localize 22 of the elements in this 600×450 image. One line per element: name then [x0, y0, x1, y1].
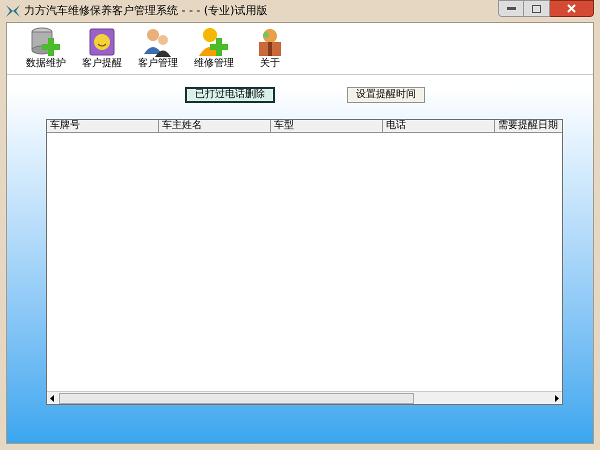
maximize-icon — [532, 4, 541, 12]
toolbar-button[interactable]: 客户提醒 — [77, 26, 127, 70]
close-button[interactable] — [550, 0, 594, 17]
close-icon — [567, 4, 576, 13]
app-logo-icon — [6, 5, 20, 17]
database-add-icon — [30, 26, 62, 58]
two-people-icon — [142, 26, 174, 58]
action-button[interactable]: 设置提醒时间 — [347, 87, 425, 103]
toolbar-button[interactable]: 关于 — [245, 26, 295, 70]
action-button[interactable]: 已打过电话删除 — [185, 87, 275, 103]
horizontal-scrollbar[interactable] — [47, 391, 562, 404]
scrollbar-thumb[interactable] — [59, 392, 414, 404]
toolbar-button[interactable]: 数据维护 — [21, 26, 71, 70]
minimize-icon — [506, 7, 516, 10]
toolbar-button[interactable]: 维修管理 — [189, 26, 239, 70]
column-header[interactable]: 需要提醒日期 — [495, 120, 562, 132]
minimize-button[interactable] — [498, 0, 524, 17]
column-header[interactable]: 电话 — [383, 120, 495, 132]
toolbar-button[interactable]: 客户管理 — [133, 26, 183, 70]
person-add-icon — [198, 26, 230, 58]
maximize-button[interactable] — [524, 0, 550, 17]
window-title: 力方汽车维修保养客户管理系统 - - - (专业)试用版 — [24, 2, 268, 19]
